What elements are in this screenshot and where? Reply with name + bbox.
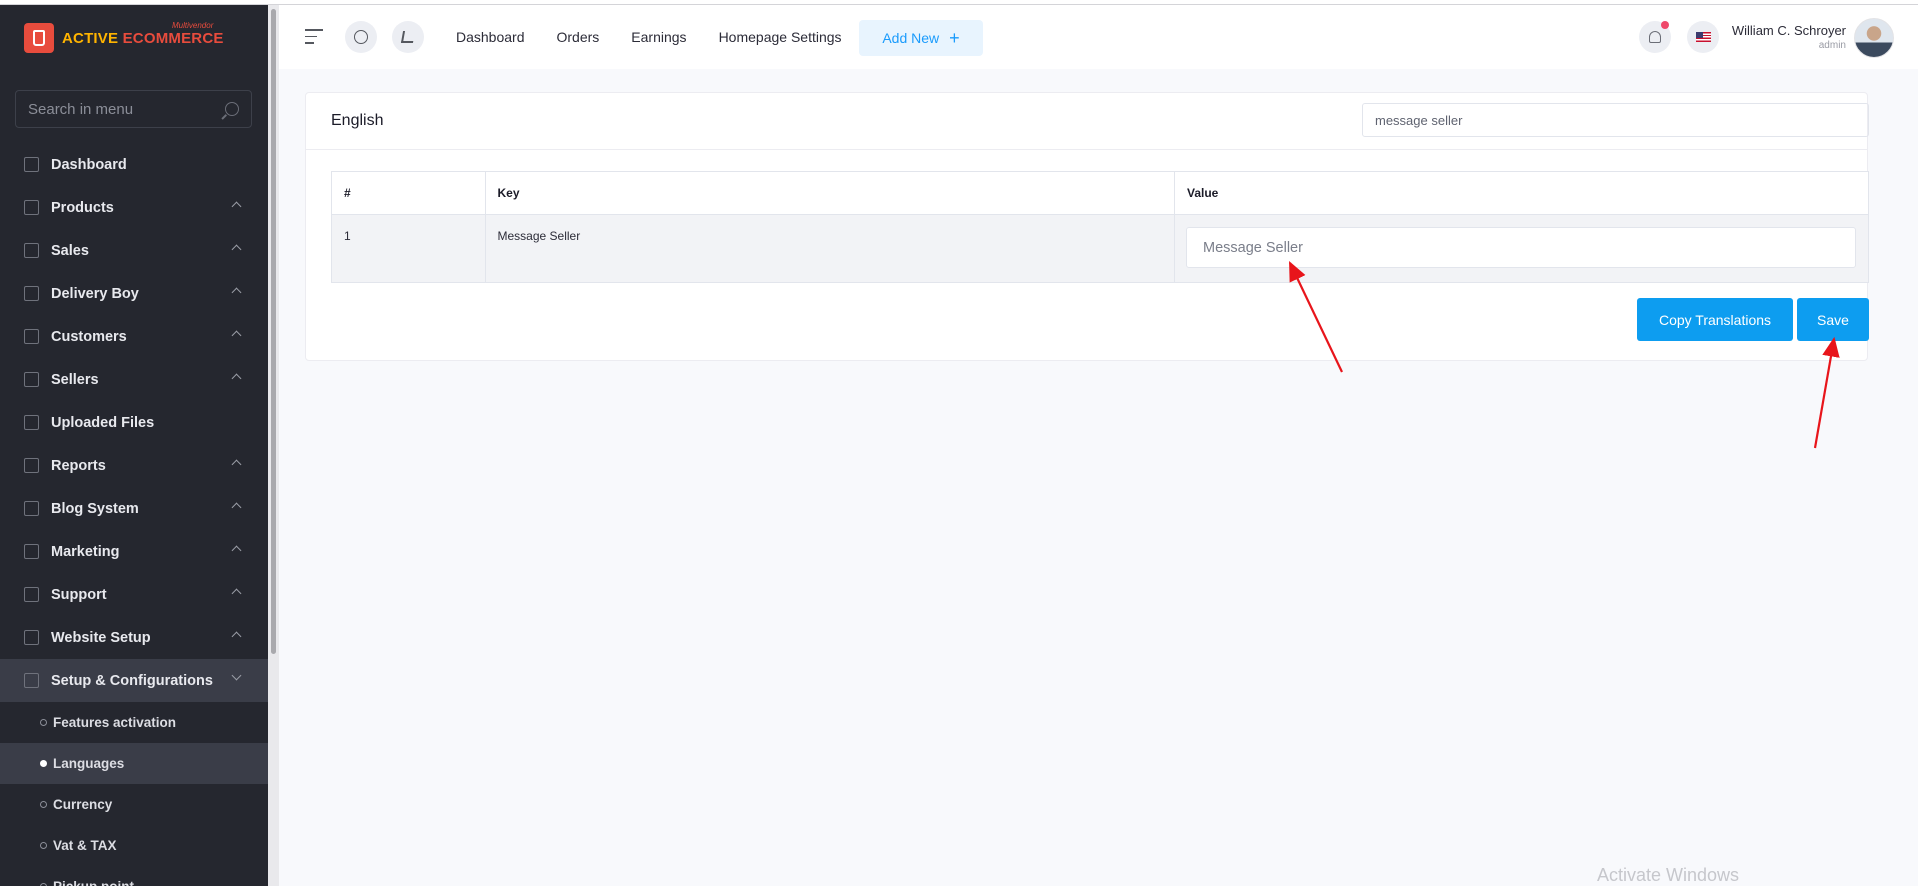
- plus-icon: +: [949, 27, 960, 48]
- blog-system-icon: [24, 501, 39, 516]
- table-row: 1 Message Seller Message Seller: [331, 214, 1869, 283]
- clear-cache-button[interactable]: [392, 21, 424, 53]
- notification-badge: [1661, 21, 1669, 29]
- sidebar-item-setup-and-configurations[interactable]: Setup & Configurations: [0, 659, 268, 702]
- nav-homepage-settings[interactable]: Homepage Settings: [719, 29, 842, 45]
- sidebar-item-sellers[interactable]: Sellers: [0, 358, 268, 401]
- sidebar-subitem-label: Languages: [53, 756, 125, 771]
- translation-value-input[interactable]: Message Seller: [1186, 227, 1856, 268]
- nav-orders[interactable]: Orders: [557, 29, 600, 45]
- broom-icon: [400, 31, 416, 43]
- sidebar-item-reports[interactable]: Reports: [0, 444, 268, 487]
- shopping-bag-icon: [24, 23, 54, 53]
- card-header: English message seller: [306, 93, 1869, 150]
- table-header-row: # Key Value: [331, 171, 1869, 215]
- globe-icon: [354, 30, 368, 44]
- sidebar-item-label: Dashboard: [51, 156, 127, 173]
- window-top-border: [0, 0, 1918, 5]
- translation-search-input[interactable]: message seller: [1362, 103, 1869, 137]
- bullet-icon: [40, 760, 47, 767]
- website-setup-icon: [24, 630, 39, 645]
- sidebar-item-sales[interactable]: Sales: [0, 229, 268, 272]
- column-header-value: Value: [1174, 171, 1869, 215]
- dashboard-icon: [24, 157, 39, 172]
- row-value-cell: Message Seller: [1174, 214, 1869, 283]
- sidebar-scrollbar[interactable]: [268, 5, 279, 886]
- language-button[interactable]: [1687, 21, 1719, 53]
- brand-tagline: Multivendor: [172, 21, 214, 30]
- menu-toggle-icon[interactable]: [305, 29, 323, 49]
- sidebar-item-customers[interactable]: Customers: [0, 315, 268, 358]
- user-name[interactable]: William C. Schroyer: [1732, 23, 1846, 38]
- support-icon: [24, 587, 39, 602]
- sidebar-subitem-vat-and-tax[interactable]: Vat & TAX: [0, 825, 268, 866]
- copy-translations-button[interactable]: Copy Translations: [1637, 298, 1793, 341]
- page-title: English: [331, 112, 384, 129]
- top-nav: Dashboard Orders Earnings Homepage Setti…: [456, 5, 874, 69]
- search-icon: [225, 102, 239, 116]
- sidebar-item-uploaded-files[interactable]: Uploaded Files: [0, 401, 268, 444]
- top-header: Dashboard Orders Earnings Homepage Setti…: [279, 5, 1918, 69]
- globe-button[interactable]: [345, 21, 377, 53]
- save-button[interactable]: Save: [1797, 298, 1869, 341]
- customers-icon: [24, 329, 39, 344]
- sales-icon: [24, 243, 39, 258]
- sellers-icon: [24, 372, 39, 387]
- user-role: admin: [1818, 40, 1846, 51]
- sidebar-item-marketing[interactable]: Marketing: [0, 530, 268, 573]
- sidebar-item-label: Uploaded Files: [51, 414, 155, 431]
- delivery-boy-icon: [24, 286, 39, 301]
- scrollbar-thumb[interactable]: [271, 9, 276, 654]
- menu-search-input[interactable]: Search in menu: [15, 90, 252, 128]
- sidebar-subitem-label: Features activation: [53, 715, 177, 730]
- notifications-button[interactable]: [1639, 21, 1671, 53]
- sidebar-subitem-languages[interactable]: Languages: [0, 743, 268, 784]
- sidebar-item-blog-system[interactable]: Blog System: [0, 487, 268, 530]
- column-header-index: #: [331, 171, 486, 215]
- bullet-icon: [40, 719, 47, 726]
- sidebar-item-delivery-boy[interactable]: Delivery Boy: [0, 272, 268, 315]
- sidebar-subitem-pickup-point[interactable]: Pickup point: [0, 866, 268, 886]
- setup-and-configurations-icon: [24, 673, 39, 688]
- row-key: Message Seller: [484, 214, 1175, 283]
- bullet-icon: [40, 842, 47, 849]
- bell-icon: [1649, 31, 1661, 43]
- products-icon: [24, 200, 39, 215]
- reports-icon: [24, 458, 39, 473]
- sidebar-subitem-label: Pickup point: [53, 879, 134, 886]
- translations-table: # Key Value 1 Message Seller Message Sel…: [331, 171, 1869, 283]
- sidebar-item-support[interactable]: Support: [0, 573, 268, 616]
- translations-card: English message seller # Key Value 1 Mes…: [305, 92, 1869, 361]
- brand-name: ACTIVE ECOMMERCE: [62, 29, 224, 47]
- sidebar-menu: Dashboard Products Sales Delivery Boy Custom…: [0, 143, 268, 886]
- nav-dashboard[interactable]: Dashboard: [456, 29, 525, 45]
- column-header-key: Key: [484, 171, 1175, 215]
- add-new-button[interactable]: Add New +: [859, 20, 983, 56]
- windows-activation-watermark: Activate Windows: [1597, 865, 1740, 885]
- sidebar-subitem-currency[interactable]: Currency: [0, 784, 268, 825]
- avatar[interactable]: [1854, 18, 1894, 58]
- menu-search-placeholder: Search in menu: [28, 100, 134, 118]
- row-index: 1: [331, 214, 486, 283]
- sidebar: ACTIVE ECOMMERCE Multivendor Search in m…: [0, 5, 268, 886]
- marketing-icon: [24, 544, 39, 559]
- bullet-icon: [40, 801, 47, 808]
- sidebar-item-dashboard[interactable]: Dashboard: [0, 143, 268, 186]
- sidebar-item-website-setup[interactable]: Website Setup: [0, 616, 268, 659]
- sidebar-subitem-label: Currency: [53, 797, 113, 812]
- nav-earnings[interactable]: Earnings: [631, 29, 686, 45]
- brand-logo[interactable]: ACTIVE ECOMMERCE Multivendor: [24, 21, 224, 54]
- uploaded-files-icon: [24, 415, 39, 430]
- us-flag-icon: [1695, 32, 1711, 42]
- sidebar-subitem-label: Vat & TAX: [53, 838, 117, 853]
- sidebar-item-products[interactable]: Products: [0, 186, 268, 229]
- sidebar-subitem-features-activation[interactable]: Features activation: [0, 702, 268, 743]
- add-new-label: Add New: [882, 30, 940, 46]
